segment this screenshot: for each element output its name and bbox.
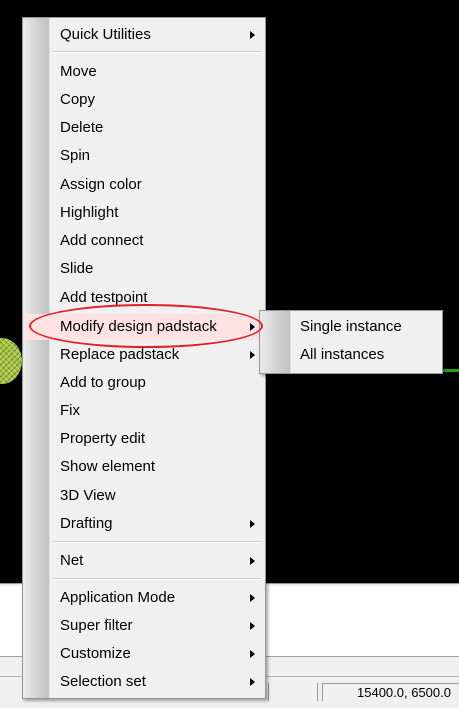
menu-item-spin[interactable]: Spin [24, 143, 264, 169]
menu-item-net[interactable]: Net [24, 548, 264, 574]
submenu-arrow-icon [250, 650, 255, 658]
submenu-arrow-icon [250, 678, 255, 686]
modify-padstack-submenu: Single instance All instances [259, 310, 443, 374]
submenu-arrow-icon [250, 31, 255, 39]
submenu-arrow-icon [250, 323, 255, 331]
menu-item-property-edit[interactable]: Property edit [24, 426, 264, 452]
menu-item-fix[interactable]: Fix [24, 398, 264, 424]
menu-item-assign-color[interactable]: Assign color [24, 172, 264, 198]
status-bar-cell [268, 683, 318, 701]
submenu-arrow-icon [250, 622, 255, 630]
menu-separator [53, 541, 262, 543]
menu-item-super-filter[interactable]: Super filter [24, 613, 264, 639]
menu-item-add-to-group[interactable]: Add to group [24, 370, 264, 396]
menu-item-drafting[interactable]: Drafting [24, 511, 264, 537]
menu-item-replace-padstack[interactable]: Replace padstack [24, 342, 264, 368]
submenu-arrow-icon [250, 520, 255, 528]
menu-item-modify-design-padstack[interactable]: Modify design padstack [24, 314, 264, 340]
submenu-arrow-icon [250, 594, 255, 602]
menu-item-slide[interactable]: Slide [24, 256, 264, 282]
context-menu: Quick Utilities Move Copy Delete Spin As… [22, 17, 266, 699]
submenu-arrow-icon [250, 557, 255, 565]
menu-item-application-mode[interactable]: Application Mode [24, 585, 264, 611]
menu-item-customize[interactable]: Customize [24, 641, 264, 667]
menu-item-3d-view[interactable]: 3D View [24, 483, 264, 509]
menu-item-move[interactable]: Move [24, 59, 264, 85]
menu-item-highlight[interactable]: Highlight [24, 200, 264, 226]
submenu-item-all-instances[interactable]: All instances [261, 342, 441, 368]
menu-item-quick-utilities[interactable]: Quick Utilities [24, 22, 264, 48]
menu-item-selection-set[interactable]: Selection set [24, 669, 264, 695]
menu-item-delete[interactable]: Delete [24, 115, 264, 141]
menu-item-add-testpoint[interactable]: Add testpoint [24, 285, 264, 311]
menu-item-add-connect[interactable]: Add connect [24, 228, 264, 254]
menu-item-show-element[interactable]: Show element [24, 454, 264, 480]
menu-separator [53, 51, 262, 53]
application-window: 15400.0, 6500.0 Quick Utilities Move Cop… [0, 0, 459, 708]
menu-separator [53, 578, 262, 580]
coordinate-readout: 15400.0, 6500.0 [322, 683, 459, 701]
submenu-item-single-instance[interactable]: Single instance [261, 314, 441, 340]
submenu-arrow-icon [250, 351, 255, 359]
padstack-element[interactable] [0, 338, 22, 384]
menu-item-copy[interactable]: Copy [24, 87, 264, 113]
